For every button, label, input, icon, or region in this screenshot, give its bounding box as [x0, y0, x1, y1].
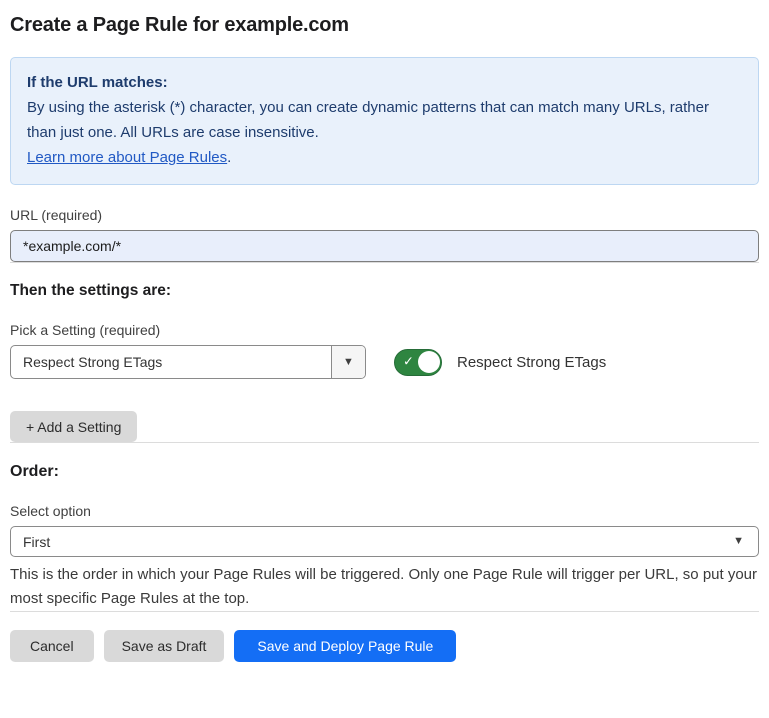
divider: [10, 442, 759, 443]
url-input[interactable]: [10, 230, 759, 262]
select-option-label: Select option: [10, 503, 759, 519]
setting-toggle[interactable]: ✓: [394, 349, 442, 376]
link-period: .: [227, 149, 231, 166]
toggle-label: Respect Strong ETags: [457, 354, 606, 371]
setting-row: Respect Strong ETags ▼ ✓ Respect Strong …: [10, 345, 759, 379]
url-label: URL (required): [10, 207, 759, 223]
url-match-info-box: If the URL matches: By using the asteris…: [10, 57, 759, 185]
toggle-knob: [418, 351, 440, 373]
save-draft-button[interactable]: Save as Draft: [104, 630, 225, 662]
pick-setting-label: Pick a Setting (required): [10, 322, 759, 338]
setting-select-value: Respect Strong ETags: [11, 346, 331, 378]
add-setting-button[interactable]: + Add a Setting: [10, 411, 137, 442]
check-icon: ✓: [403, 354, 414, 370]
chevron-down-icon: ▼: [343, 357, 354, 368]
settings-heading: Then the settings are:: [10, 282, 759, 300]
save-deploy-button[interactable]: Save and Deploy Page Rule: [234, 630, 456, 662]
learn-more-link[interactable]: Learn more about Page Rules: [27, 149, 227, 166]
setting-select-arrow-button[interactable]: ▼: [331, 346, 365, 378]
order-select[interactable]: First ▼: [10, 526, 759, 557]
order-help-text: This is the order in which your Page Rul…: [10, 563, 759, 611]
page-title: Create a Page Rule for example.com: [10, 14, 759, 37]
create-page-rule-form: Create a Page Rule for example.com If th…: [0, 0, 769, 718]
setting-select[interactable]: Respect Strong ETags ▼: [10, 345, 366, 379]
info-box-heading: If the URL matches:: [27, 70, 742, 95]
info-box-link-line: Learn more about Page Rules.: [27, 145, 742, 170]
chevron-down-icon: ▼: [733, 536, 744, 547]
info-box-body: By using the asterisk (*) character, you…: [27, 95, 742, 145]
order-select-value: First: [23, 534, 50, 550]
cancel-button[interactable]: Cancel: [10, 630, 94, 662]
footer-actions: Cancel Save as Draft Save and Deploy Pag…: [10, 630, 759, 662]
order-heading: Order:: [10, 463, 759, 481]
divider: [10, 262, 759, 263]
divider: [10, 611, 759, 612]
